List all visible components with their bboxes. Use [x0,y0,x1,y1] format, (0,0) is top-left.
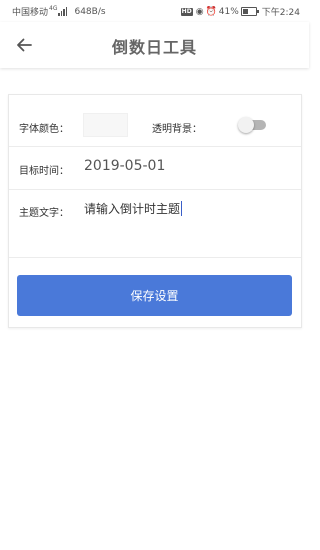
eye-icon: ◉ [195,6,204,17]
transparent-bg-label: 透明背景： [152,124,202,135]
settings-card: 字体颜色： 透明背景： 目标时间： 2019-05-01 主题文字： 请输入倒计… [8,94,302,328]
app-screen: 中国移动 4G 648B/s HD ◉ ⏰ 41% 下午2:24 倒数日工具 字… [0,0,309,550]
font-color-row: 字体颜色： 透明背景： [9,95,301,147]
target-time-label: 目标时间： [19,166,69,177]
target-date-field[interactable]: 2019-05-01 [84,158,165,174]
transparent-bg-toggle[interactable] [238,117,266,133]
text-cursor [181,201,183,216]
network-type: 4G [49,5,58,12]
network-speed: 648B/s [74,6,106,17]
theme-text-label: 主题文字： [19,208,69,219]
signal-icon [58,7,68,16]
theme-text-row: 主题文字： 请输入倒计时主题 [9,190,301,258]
battery-percent: 41% [218,6,239,17]
carrier-name: 中国移动 [12,8,49,18]
theme-text-input[interactable]: 请输入倒计时主题 [84,200,284,218]
status-right: HD ◉ ⏰ 41% 下午2:24 [180,5,300,18]
hd-icon: HD [180,7,193,16]
battery-icon [240,7,259,16]
font-color-label: 字体颜色： [19,124,69,135]
toggle-thumb [238,117,254,133]
status-bar: 中国移动 4G 648B/s HD ◉ ⏰ 41% 下午2:24 [0,0,309,22]
status-time: 下午2:24 [261,8,300,18]
battery-level-fill [242,9,248,14]
title-bar: 倒数日工具 [0,22,309,68]
save-settings-button[interactable]: 保存设置 [17,275,292,316]
status-left: 中国移动 4G 648B/s [12,5,106,18]
page-title: 倒数日工具 [111,38,197,57]
font-color-picker[interactable] [83,113,128,137]
target-time-row: 目标时间： 2019-05-01 [9,147,301,190]
alarm-icon: ⏰ [205,6,217,17]
theme-text-placeholder: 请输入倒计时主题 [84,202,181,216]
